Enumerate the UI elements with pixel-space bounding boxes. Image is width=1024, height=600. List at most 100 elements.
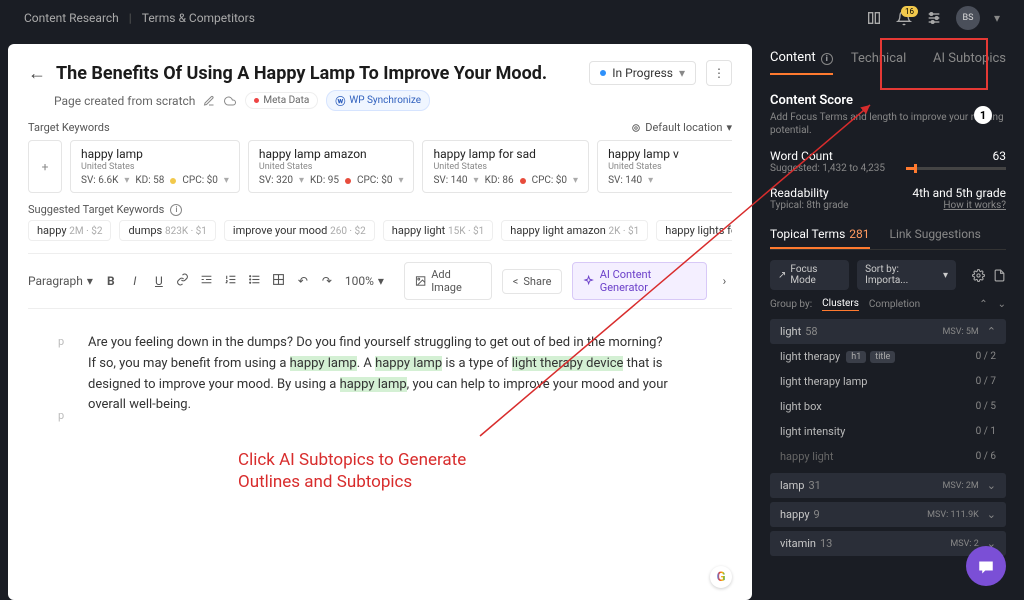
image-icon bbox=[415, 275, 426, 287]
location-selector[interactable]: Default location ▾ bbox=[631, 121, 732, 134]
target-keywords-label: Target Keywords bbox=[28, 121, 110, 134]
term-item[interactable]: light therapyh1title0 / 2 bbox=[770, 344, 1006, 369]
expand-icon: ↗ bbox=[778, 270, 786, 281]
add-keyword-button[interactable]: + bbox=[28, 140, 62, 193]
paragraph-dropdown[interactable]: Paragraph▾ bbox=[28, 274, 93, 288]
term-cluster-header[interactable]: light58MSV: 5M⌃ bbox=[770, 319, 1006, 344]
info-icon[interactable]: i bbox=[821, 53, 833, 65]
underline-button[interactable]: U bbox=[151, 274, 167, 288]
add-image-button[interactable]: Add Image bbox=[404, 262, 492, 300]
settings-icon[interactable] bbox=[926, 10, 942, 26]
paragraph-marker: p bbox=[58, 333, 64, 351]
back-arrow-icon[interactable]: ← bbox=[28, 63, 46, 84]
highlight-term: happy lamp bbox=[290, 356, 357, 371]
suggested-keyword-pill[interactable]: happy light 15K · $1 bbox=[383, 220, 494, 241]
term-item[interactable]: light intensity0 / 1 bbox=[770, 419, 1006, 444]
export-icon[interactable] bbox=[993, 269, 1006, 282]
paragraph-1[interactable]: Are you feeling down in the dumps? Do yo… bbox=[88, 333, 672, 416]
suggested-keyword-pill[interactable]: improve your mood 260 · $2 bbox=[224, 220, 375, 241]
chevron-down-icon: ▾ bbox=[679, 66, 685, 80]
breadcrumb-2[interactable]: Terms & Competitors bbox=[142, 11, 255, 25]
status-label: In Progress bbox=[612, 66, 673, 80]
italic-button[interactable]: I bbox=[127, 274, 143, 288]
collapse-all-icon[interactable]: ⌃ bbox=[979, 299, 987, 310]
side-panel: Content i Technical AI Subtopics 1 Conte… bbox=[752, 36, 1024, 600]
focus-mode-button[interactable]: ↗ Focus Mode bbox=[770, 260, 849, 290]
google-badge[interactable]: G bbox=[710, 566, 732, 588]
word-count-slider bbox=[906, 167, 1006, 170]
suggested-keyword-pill[interactable]: dumps 823K · $1 bbox=[119, 220, 215, 241]
tutorial-highlight-box bbox=[880, 38, 988, 90]
readability-label: Readability bbox=[770, 186, 848, 200]
bullet-list-button[interactable] bbox=[247, 273, 263, 289]
info-icon[interactable]: i bbox=[170, 204, 182, 216]
chevron-right-icon[interactable]: › bbox=[717, 274, 732, 288]
term-item[interactable]: light box0 / 5 bbox=[770, 394, 1006, 419]
breadcrumb-1[interactable]: Content Research bbox=[24, 11, 119, 25]
how-it-works-link[interactable]: How it works? bbox=[912, 200, 1006, 211]
tutorial-step-badge: 1 bbox=[974, 106, 992, 124]
highlight-term: happy lamp bbox=[340, 377, 407, 392]
ordered-list-button[interactable] bbox=[223, 273, 239, 289]
share-icon: < bbox=[513, 275, 519, 288]
term-item[interactable]: light therapy lamp0 / 7 bbox=[770, 369, 1006, 394]
sparkle-icon bbox=[583, 275, 594, 287]
word-count-label: Word Count bbox=[770, 149, 885, 163]
wp-sync-pill[interactable]: ⓦ WP Synchronize bbox=[326, 90, 430, 111]
more-menu-button[interactable]: ⋮ bbox=[706, 60, 732, 86]
term-cluster-header[interactable]: lamp31MSV: 2M⌄ bbox=[770, 473, 1006, 498]
link-button[interactable] bbox=[175, 273, 191, 289]
gear-icon[interactable] bbox=[972, 269, 985, 282]
subtab-link-suggestions[interactable]: Link Suggestions bbox=[890, 227, 981, 249]
readability-value: 4th and 5th grade bbox=[912, 186, 1006, 200]
editor-pane: ← The Benefits Of Using A Happy Lamp To … bbox=[8, 44, 752, 600]
tutorial-annotation: Click AI Subtopics to Generate Outlines … bbox=[238, 449, 466, 493]
share-button[interactable]: <Share bbox=[502, 269, 563, 294]
redo-button[interactable]: ↷ bbox=[319, 274, 335, 288]
subtab-topical-terms[interactable]: Topical Terms 281 bbox=[770, 227, 870, 249]
meta-data-pill[interactable]: Meta Data bbox=[245, 92, 318, 109]
term-item[interactable]: happy light0 / 6 bbox=[770, 444, 1006, 469]
keyword-card[interactable]: happy lamp amazonUnited StatesSV: 320▾KD… bbox=[248, 140, 415, 193]
zoom-dropdown[interactable]: 100%▾ bbox=[345, 274, 384, 288]
word-count-value: 63 bbox=[906, 149, 1006, 163]
chevron-down-icon: ▾ bbox=[726, 121, 732, 134]
term-list: light58MSV: 5M⌃light therapyh1title0 / 2… bbox=[770, 319, 1006, 556]
suggested-keyword-pill[interactable]: happy light amazon 2K · $1 bbox=[501, 220, 648, 241]
status-dropdown[interactable]: In Progress ▾ bbox=[589, 61, 696, 85]
content-editor[interactable]: p Are you feeling down in the dumps? Do … bbox=[28, 309, 732, 588]
ai-generator-button[interactable]: AI Content Generator bbox=[572, 262, 706, 300]
page-title: The Benefits Of Using A Happy Lamp To Im… bbox=[56, 63, 579, 84]
readability-sub: Typical: 8th grade bbox=[770, 200, 848, 211]
expand-all-icon[interactable]: ⌄ bbox=[998, 299, 1006, 310]
group-completion[interactable]: Completion bbox=[869, 299, 920, 310]
highlight-term: happy lamp bbox=[375, 356, 442, 371]
table-button[interactable] bbox=[271, 273, 287, 289]
keyword-card[interactable]: happy lamp for sadUnited StatesSV: 140▾K… bbox=[422, 140, 589, 193]
word-count-sub: Suggested: 1,432 to 4,235 bbox=[770, 163, 885, 174]
sort-dropdown[interactable]: Sort by: Importa...▾ bbox=[857, 260, 956, 290]
suggested-keyword-pill[interactable]: happy lights for depression 110 bbox=[656, 220, 732, 241]
keyword-card[interactable]: happy lamp vUnited StatesSV: 140▾ bbox=[597, 140, 732, 193]
bell-icon[interactable]: 16 bbox=[896, 10, 912, 26]
target-icon bbox=[631, 123, 641, 133]
highlight-term: light therapy device bbox=[512, 356, 624, 371]
undo-button[interactable]: ↶ bbox=[295, 274, 311, 288]
bold-button[interactable]: B bbox=[103, 274, 119, 288]
tab-content[interactable]: Content i bbox=[770, 50, 833, 75]
edit-icon[interactable] bbox=[203, 95, 215, 107]
quote-button[interactable] bbox=[199, 273, 215, 289]
group-by-label: Group by: bbox=[770, 299, 812, 310]
avatar[interactable]: BS bbox=[956, 6, 980, 30]
keyword-card[interactable]: happy lampUnited StatesSV: 6.6K▾KD: 58CP… bbox=[70, 140, 240, 193]
cloud-icon[interactable] bbox=[223, 95, 237, 107]
paragraph-marker: p bbox=[58, 407, 64, 425]
suggested-keyword-pill[interactable]: happy 2M · $2 bbox=[28, 220, 111, 241]
chevron-down-icon[interactable]: ▾ bbox=[994, 11, 1000, 25]
notification-badge: 16 bbox=[901, 6, 918, 17]
group-clusters[interactable]: Clusters bbox=[822, 298, 859, 311]
chat-fab[interactable] bbox=[966, 546, 1006, 586]
term-cluster-header[interactable]: happy9MSV: 111.9K⌄ bbox=[770, 502, 1006, 527]
content-score-sub: Add Focus Terms and length to improve yo… bbox=[770, 111, 1006, 137]
book-icon[interactable] bbox=[866, 10, 882, 26]
